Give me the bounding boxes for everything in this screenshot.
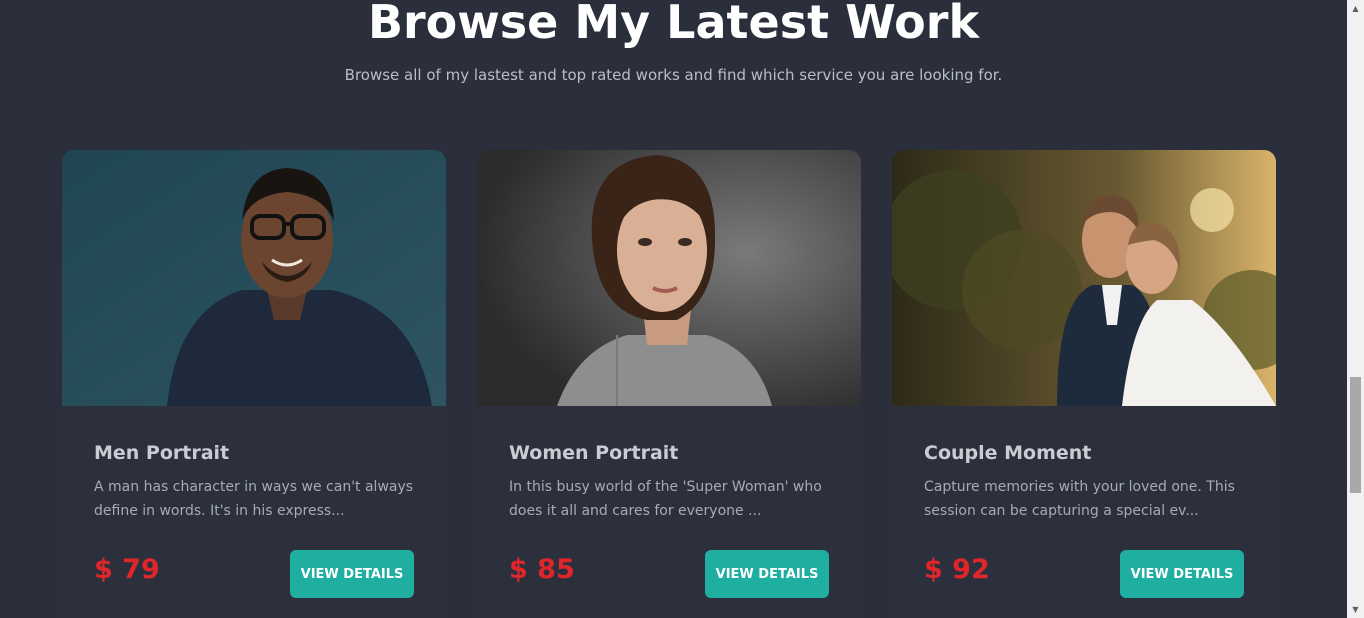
section-subtitle: Browse all of my lastest and top rated w… xyxy=(344,66,1003,84)
view-details-button[interactable]: VIEW DETAILS xyxy=(705,550,829,598)
arrow-down-icon[interactable]: ▼ xyxy=(1347,601,1364,618)
page-scrollbar[interactable]: ▲ ▼ xyxy=(1347,0,1364,618)
couple-photo xyxy=(892,150,1276,406)
section-title: Browse My Latest Work xyxy=(367,0,980,49)
card-title: Women Portrait xyxy=(509,442,679,464)
man-portrait-photo xyxy=(62,150,446,406)
card-title: Couple Moment xyxy=(924,442,1092,464)
card-price: $ 92 xyxy=(924,554,990,585)
scrollbar-thumb[interactable] xyxy=(1350,377,1361,493)
view-details-button[interactable]: VIEW DETAILS xyxy=(290,550,414,598)
work-card-men-portrait: Men Portrait A man has character in ways… xyxy=(62,150,446,618)
work-card-couple-moment: Couple Moment Capture memories with your… xyxy=(892,150,1276,618)
card-price: $ 79 xyxy=(94,554,160,585)
portfolio-page: Browse My Latest Work Browse all of my l… xyxy=(0,0,1364,618)
card-title: Men Portrait xyxy=(94,442,230,464)
card-description: In this busy world of the 'Super Woman' … xyxy=(509,479,822,519)
card-description: A man has character in ways we can't alw… xyxy=(94,479,414,519)
woman-portrait-photo xyxy=(477,150,861,406)
card-price: $ 85 xyxy=(509,554,575,585)
card-description: Capture memories with your loved one. Th… xyxy=(924,479,1235,519)
arrow-up-icon[interactable]: ▲ xyxy=(1347,0,1364,17)
work-card-women-portrait: Women Portrait In this busy world of the… xyxy=(477,150,861,618)
view-details-button[interactable]: VIEW DETAILS xyxy=(1120,550,1244,598)
